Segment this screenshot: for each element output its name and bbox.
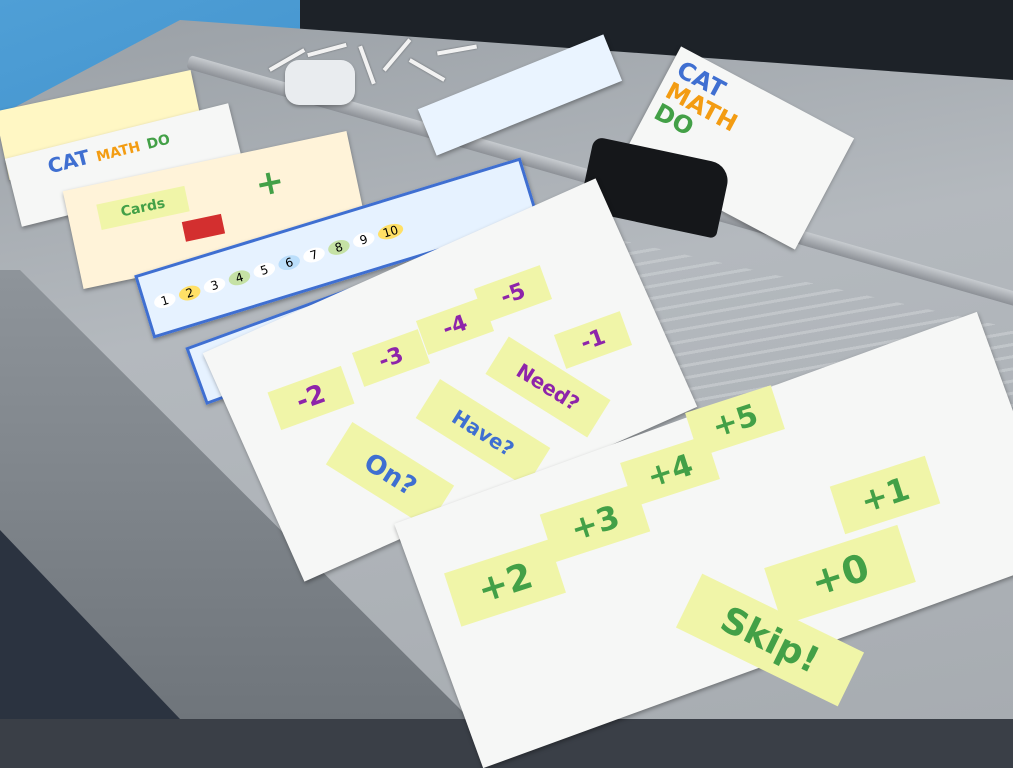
track-4: 4 — [226, 267, 253, 288]
plus-icon: + — [251, 160, 288, 206]
title-sheet-do: DO — [145, 131, 172, 153]
minus-block-icon — [181, 213, 226, 242]
track-1: 1 — [152, 290, 178, 311]
track-7: 7 — [301, 245, 327, 265]
track-8: 8 — [326, 237, 352, 258]
track-10: 10 — [376, 221, 406, 243]
title-sheet-math: MATH — [94, 139, 143, 166]
title-sheet-cat: CAT — [45, 144, 93, 179]
track-9: 9 — [351, 229, 377, 250]
track-6: 6 — [276, 252, 302, 273]
track-3: 3 — [202, 275, 228, 296]
paper-scraps — [265, 30, 485, 100]
track-5: 5 — [251, 260, 277, 281]
rules-cards-label: Cards — [96, 185, 190, 230]
track-2: 2 — [177, 283, 203, 303]
